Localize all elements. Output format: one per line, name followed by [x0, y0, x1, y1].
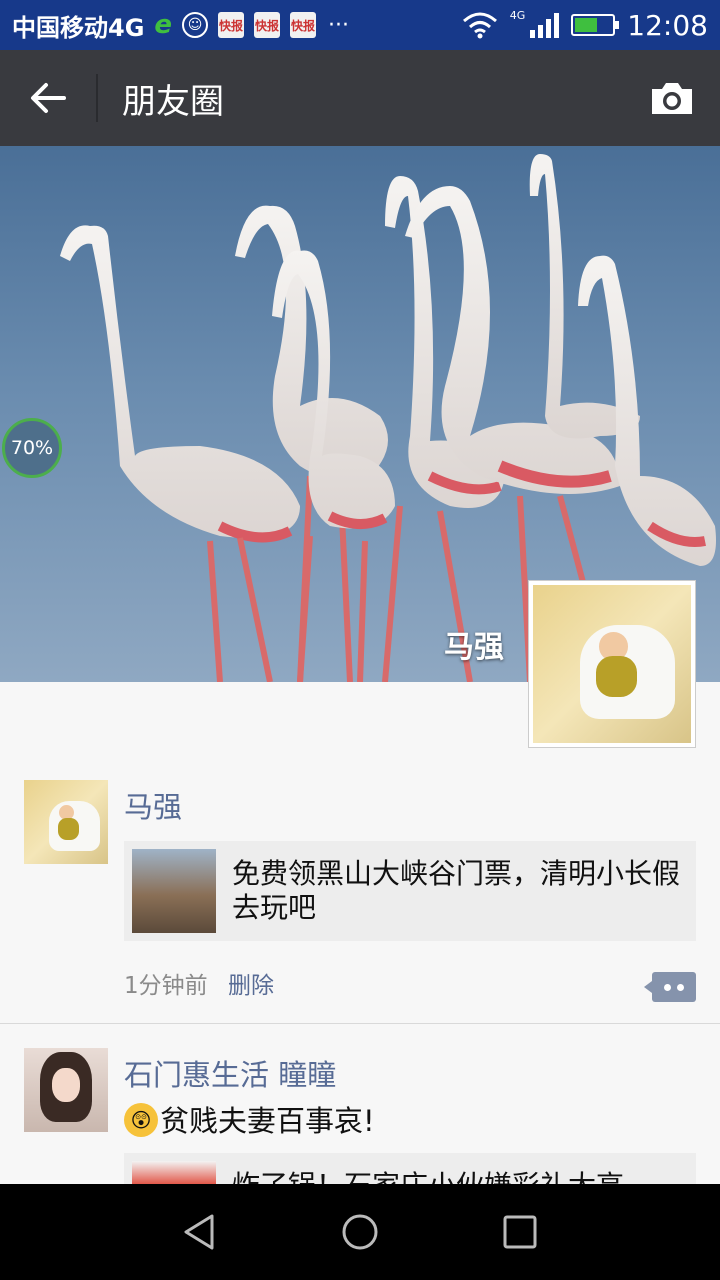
triangle-back-icon: [184, 1214, 214, 1250]
profile-avatar[interactable]: [528, 580, 696, 748]
network-type-label: 4G: [509, 8, 526, 22]
post-author-name[interactable]: 马强: [124, 784, 182, 826]
browser-e-icon: e: [154, 10, 173, 40]
comment-more-button[interactable]: [644, 972, 696, 1002]
system-nav-bar: [0, 1184, 720, 1280]
post-timestamp: 1分钟前: [124, 973, 208, 999]
shared-link-card[interactable]: 免费领黑山大峡谷门票，清明小长假去玩吧: [124, 841, 696, 941]
upload-progress-badge: 70%: [2, 418, 62, 478]
post-text: 😲 贫贱夫妻百事哀!: [124, 1098, 375, 1140]
back-button[interactable]: [0, 50, 96, 146]
signal-icon: [530, 13, 560, 38]
news-app-icon: 快报: [218, 12, 245, 38]
battery-icon: [571, 14, 620, 36]
app-bar-divider: [96, 74, 98, 122]
link-title: 免费领黑山大峡谷门票，清明小长假去玩吧: [232, 857, 681, 924]
post-divider: [0, 1023, 720, 1024]
status-bar: 中国移动4G e ☺ 快报 快报 快报 ··· 4G 12:08: [0, 0, 720, 50]
link-thumbnail: [132, 849, 216, 933]
back-arrow-icon: [31, 83, 66, 113]
clock: 12:08: [627, 8, 708, 42]
camera-icon: [652, 83, 692, 114]
delete-post-link[interactable]: 删除: [228, 966, 274, 1000]
nav-home-button[interactable]: [320, 1192, 400, 1272]
camera-button[interactable]: [624, 50, 720, 146]
dot-icon: [677, 983, 684, 991]
wifi-icon: [462, 12, 497, 39]
post-avatar[interactable]: [24, 1048, 108, 1132]
news-app-icon: 快报: [254, 12, 281, 38]
dot-icon: [664, 983, 671, 991]
app-bar: 朋友圈: [0, 50, 720, 146]
page-title: 朋友圈: [122, 81, 224, 122]
cover-user-name: 马强: [444, 630, 504, 665]
nav-back-button[interactable]: [160, 1192, 240, 1272]
post-avatar[interactable]: [24, 780, 108, 864]
square-recents-icon: [503, 1215, 537, 1249]
post-text-content: 贫贱夫妻百事哀!: [160, 1104, 375, 1138]
more-notifications-icon: ···: [328, 12, 350, 38]
battery-level-fill: [575, 18, 597, 32]
shocked-emoji-icon: 😲: [124, 1103, 158, 1137]
circle-home-icon: [342, 1214, 378, 1250]
post-author-name[interactable]: 石门惠生活 瞳瞳: [124, 1052, 336, 1094]
nav-recents-button[interactable]: [480, 1192, 560, 1272]
carrier-label: 中国移动4G: [12, 13, 145, 42]
news-app-icon: 快报: [290, 12, 317, 38]
mask-face-icon: ☺: [182, 12, 209, 38]
